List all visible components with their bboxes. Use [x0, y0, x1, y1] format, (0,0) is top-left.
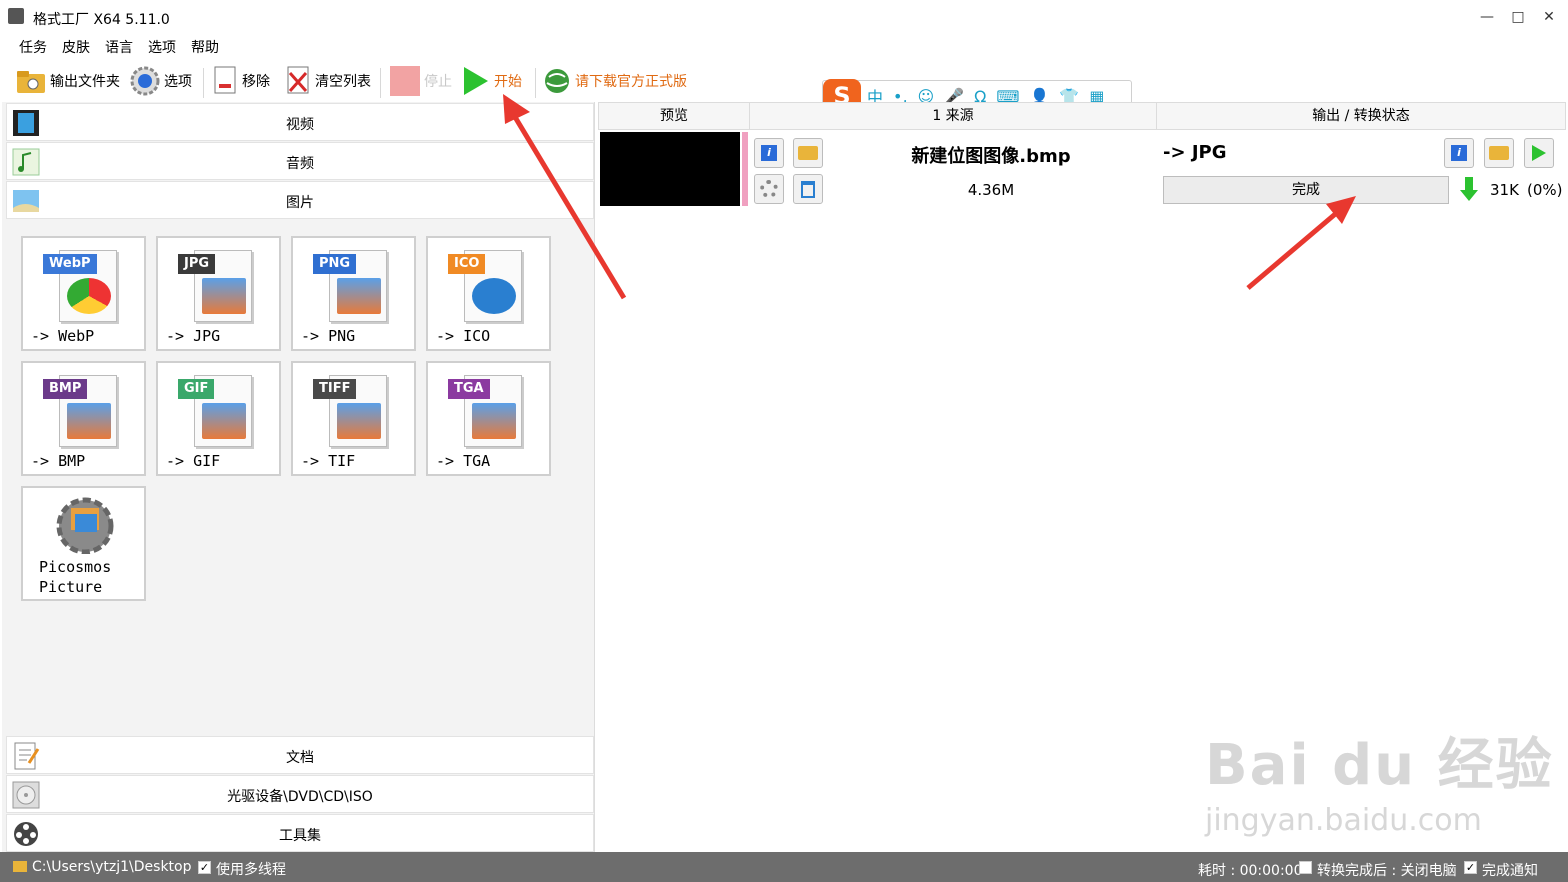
shutdown-label: 转换完成后 : 关闭电脑	[1317, 863, 1457, 879]
baidu-watermark: Bai du 经验 jingyan.baidu.com	[1205, 720, 1554, 838]
watermark-url: jingyan.baidu.com	[1205, 803, 1482, 838]
output-path[interactable]: C:\Users\ytzj1\Desktop	[32, 859, 192, 875]
status-bar: C:\Users\ytzj1\Desktop ✓ 使用多线程 耗时 : 00:0…	[0, 852, 1568, 882]
folder-small-icon	[13, 861, 27, 872]
shutdown-checkbox[interactable]	[1299, 861, 1312, 874]
elapsed-time: 耗时 : 00:00:00	[1198, 863, 1303, 879]
multithread-label: 使用多线程	[216, 862, 286, 878]
watermark-brand: Bai du 经验	[1205, 733, 1554, 798]
multithread-checkbox[interactable]: ✓	[198, 861, 211, 874]
notify-label: 完成通知	[1482, 863, 1538, 879]
notify-checkbox[interactable]: ✓	[1464, 861, 1477, 874]
